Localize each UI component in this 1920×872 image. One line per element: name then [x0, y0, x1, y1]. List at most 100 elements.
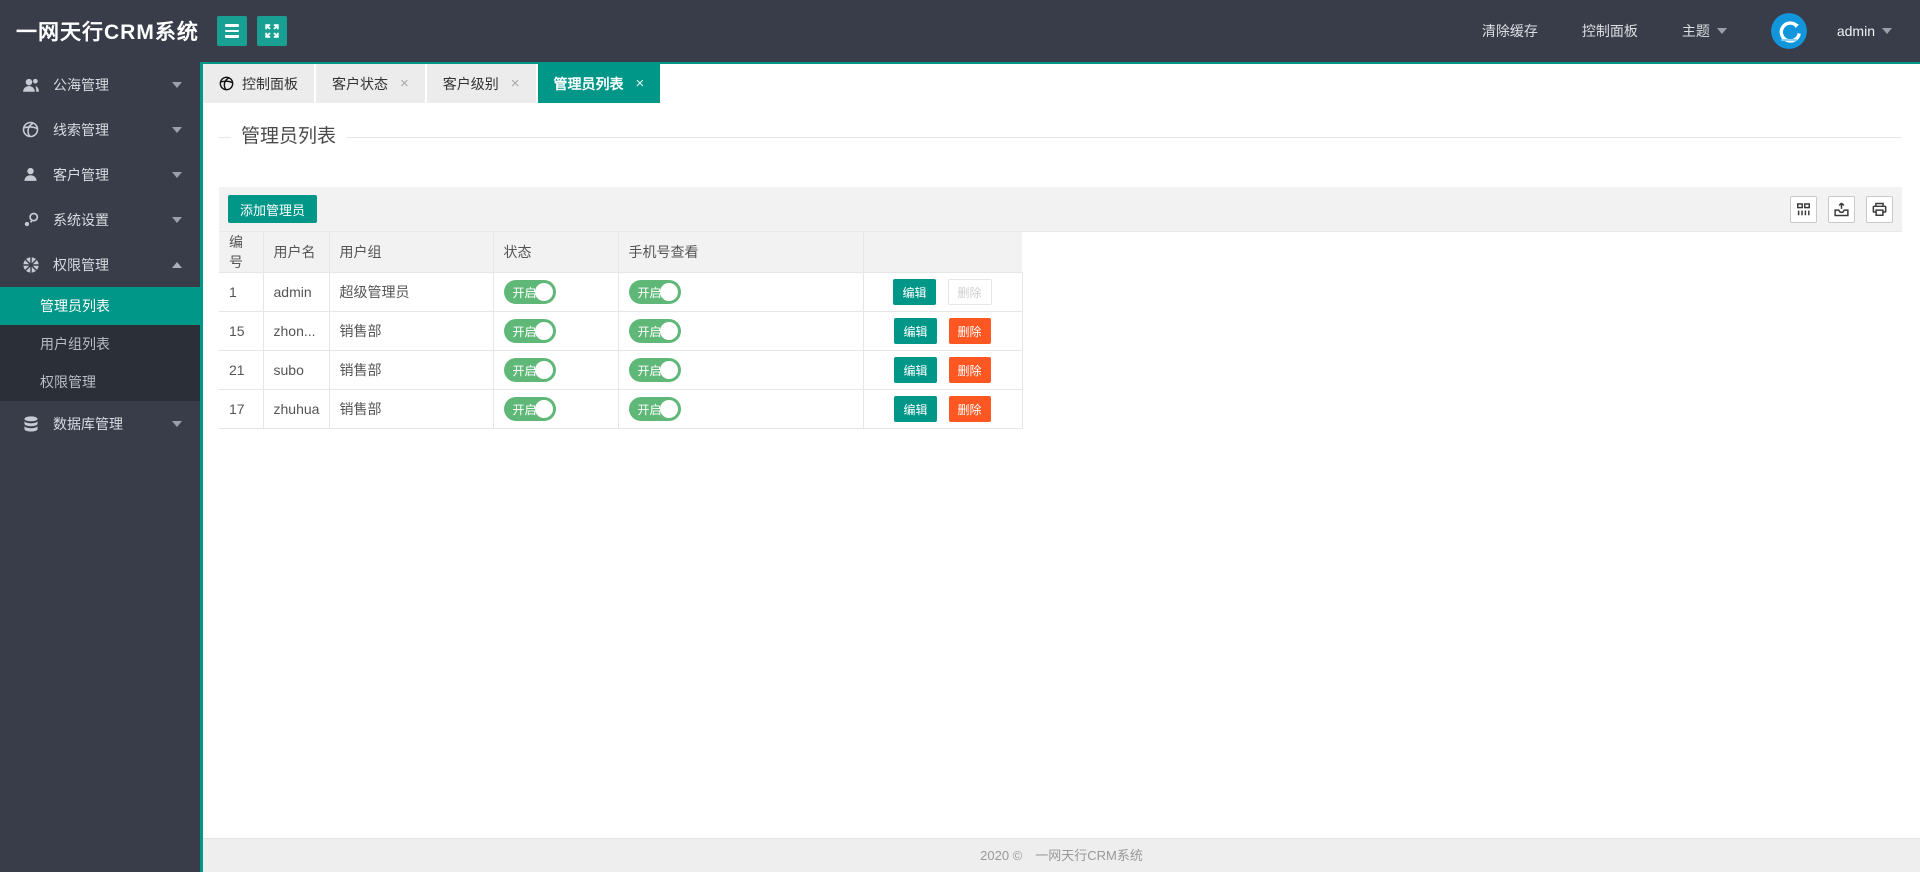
- columns-button[interactable]: [1790, 195, 1817, 223]
- sidebar-menu: 公海管理 线索管理 客户管理 系统设置 权限管理 管理员列表 用户组列表 权限管理 数据库管理: [0, 62, 200, 446]
- column-header-empty: [863, 232, 1022, 273]
- status-toggle[interactable]: 开启: [503, 358, 556, 382]
- row-status-cell: 开启: [493, 350, 619, 390]
- clear-cache-link[interactable]: 清除缓存: [1482, 21, 1538, 41]
- row-group: 销售部: [329, 311, 494, 351]
- edit-button[interactable]: 编辑: [894, 396, 937, 422]
- sidebar-item-leads[interactable]: 线索管理: [0, 107, 200, 152]
- toggle-label: 开启: [637, 324, 662, 339]
- app-logo: 一网天行CRM系统: [16, 21, 199, 44]
- hamburger-icon: [224, 24, 239, 38]
- columns-icon: [1795, 201, 1812, 218]
- print-button[interactable]: [1866, 195, 1893, 223]
- user-icon: [22, 166, 40, 184]
- sidebar-item-customers[interactable]: 客户管理: [0, 152, 200, 197]
- toggle-knob: [534, 283, 553, 301]
- admin-table: 编号 用户名 用户组 状态 手机号查看 1 admin 超级管理员 开启 开启 编辑 删除 15 zho…: [219, 232, 1902, 429]
- close-icon[interactable]: ×: [636, 76, 645, 91]
- edit-button[interactable]: 编辑: [894, 318, 937, 344]
- table-header-row: 编号 用户名 用户组 状态 手机号查看: [219, 232, 1902, 273]
- sidebar-subitem-user-group-list[interactable]: 用户组列表: [0, 325, 200, 363]
- page-title-block: 管理员列表: [219, 125, 1902, 149]
- status-toggle[interactable]: 开启: [503, 280, 556, 304]
- fullscreen-button[interactable]: [256, 16, 287, 46]
- dashboard-link[interactable]: 控制面板: [1582, 21, 1638, 41]
- database-icon: [22, 415, 40, 433]
- column-header: 手机号查看: [618, 232, 864, 273]
- row-actions-cell: 编辑 删除: [863, 350, 1023, 390]
- phone-view-toggle[interactable]: 开启: [628, 319, 681, 343]
- toggle-label: 开启: [637, 402, 662, 417]
- tab-label: 客户状态: [332, 75, 388, 92]
- edit-button[interactable]: 编辑: [893, 279, 936, 305]
- export-button[interactable]: [1828, 195, 1855, 223]
- sidebar-item-system-settings[interactable]: 系统设置: [0, 197, 200, 242]
- toggle-label: 开启: [512, 285, 537, 300]
- collapse-menu-button[interactable]: [216, 16, 247, 46]
- sidebar-subitem-admin-list[interactable]: 管理员列表: [0, 287, 200, 325]
- gears-icon: [22, 211, 40, 229]
- toggle-knob: [659, 283, 678, 301]
- edit-button[interactable]: 编辑: [894, 357, 937, 383]
- toggle-label: 开启: [637, 363, 662, 378]
- sidebar-item-label: 线索管理: [53, 121, 109, 138]
- table-row: 21 subo 销售部 开启 开启 编辑 删除: [219, 350, 1902, 390]
- sidebar-item-permissions[interactable]: 权限管理: [0, 242, 200, 287]
- tab-customer-level[interactable]: 客户级别 ×: [426, 64, 536, 103]
- delete-button[interactable]: 删除: [948, 396, 991, 422]
- row-id: 17: [219, 389, 264, 429]
- delete-button[interactable]: 删除: [948, 357, 991, 383]
- row-empty-cell: [1022, 272, 1902, 312]
- sidebar-item-public-sea[interactable]: 公海管理: [0, 62, 200, 107]
- toggle-label: 开启: [512, 363, 537, 378]
- globe-icon: [219, 76, 234, 91]
- toggle-label: 开启: [637, 285, 662, 300]
- status-toggle[interactable]: 开启: [503, 397, 556, 421]
- row-status-cell: 开启: [493, 389, 619, 429]
- row-username: zhon...: [263, 311, 330, 351]
- chevron-down-icon: [172, 420, 182, 427]
- user-dropdown[interactable]: admin: [1837, 23, 1892, 39]
- close-icon[interactable]: ×: [400, 76, 409, 91]
- toolbar-icon-group: [1790, 195, 1893, 223]
- row-group: 销售部: [329, 389, 494, 429]
- column-header: 用户名: [263, 232, 330, 273]
- row-status-cell: 开启: [493, 272, 619, 312]
- delete-button[interactable]: 删除: [948, 318, 991, 344]
- theme-dropdown[interactable]: 主题: [1682, 21, 1727, 41]
- tab-admin-list[interactable]: 管理员列表 ×: [537, 64, 661, 103]
- row-id: 1: [219, 272, 264, 312]
- tab-label: 控制面板: [242, 75, 298, 92]
- toggle-label: 开启: [512, 402, 537, 417]
- table-body: 1 admin 超级管理员 开启 开启 编辑 删除 15 zhon... 销售部 开启 开启 编辑 删除 2…: [219, 272, 1902, 429]
- tab-label: 管理员列表: [553, 75, 624, 92]
- status-toggle[interactable]: 开启: [503, 319, 556, 343]
- avatar[interactable]: [1770, 13, 1807, 49]
- phone-view-toggle[interactable]: 开启: [628, 358, 681, 382]
- export-icon: [1833, 201, 1850, 218]
- tab-dashboard[interactable]: 控制面板: [203, 64, 314, 103]
- table-row: 1 admin 超级管理员 开启 开启 编辑 删除: [219, 272, 1902, 312]
- row-actions-cell: 编辑 删除: [863, 272, 1023, 312]
- chevron-down-icon: [172, 171, 182, 178]
- row-actions-cell: 编辑 删除: [863, 389, 1023, 429]
- chevron-up-icon: [172, 261, 182, 268]
- sidebar: 公海管理 线索管理 客户管理 系统设置 权限管理 管理员列表 用户组列表 权限管理 数据库管理: [0, 62, 203, 872]
- row-username: subo: [263, 350, 330, 390]
- phone-view-toggle[interactable]: 开启: [628, 397, 681, 421]
- row-id: 21: [219, 350, 264, 390]
- sidebar-subitem-permission-mgmt[interactable]: 权限管理: [0, 363, 200, 401]
- row-empty-cell: [1022, 311, 1902, 351]
- fullscreen-icon: [264, 23, 280, 39]
- table-panel: 添加管理员 编号 用户名 用户组 状态 手机号查看 1 admin 超级管理员 开启 开启 编辑删…: [219, 187, 1902, 429]
- chevron-down-icon: [172, 81, 182, 88]
- page-title: 管理员列表: [231, 125, 347, 149]
- sidebar-item-label: 公海管理: [53, 76, 109, 93]
- sidebar-item-label: 权限管理: [53, 256, 109, 273]
- close-icon[interactable]: ×: [511, 76, 520, 91]
- tab-label: 客户级别: [442, 75, 499, 92]
- sidebar-item-database[interactable]: 数据库管理: [0, 401, 200, 446]
- add-admin-button[interactable]: 添加管理员: [228, 195, 318, 223]
- tab-customer-status[interactable]: 客户状态 ×: [316, 64, 425, 103]
- phone-view-toggle[interactable]: 开启: [628, 280, 681, 304]
